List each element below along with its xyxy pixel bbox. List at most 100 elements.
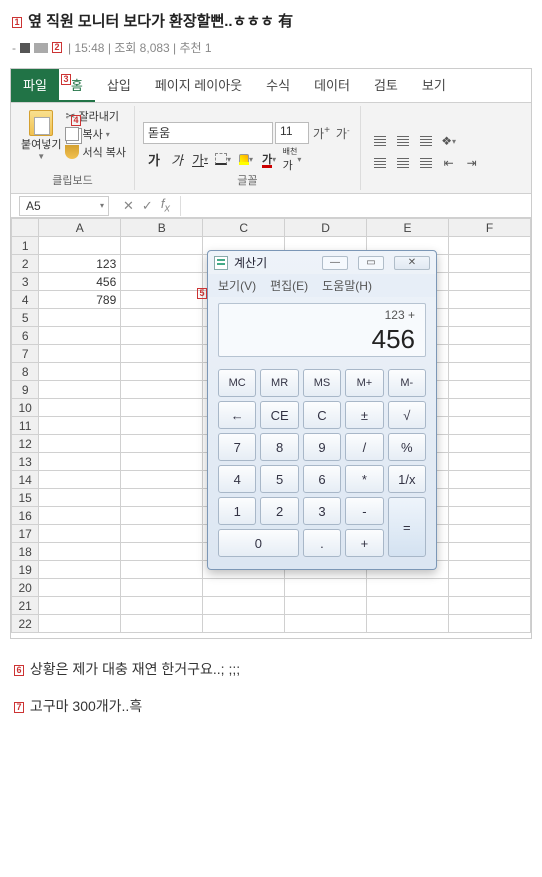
key-1[interactable]: 1 bbox=[218, 497, 256, 525]
row-header[interactable]: 2 bbox=[12, 255, 39, 273]
row-header[interactable]: 12 bbox=[12, 435, 39, 453]
italic-button[interactable]: 가 bbox=[166, 148, 188, 170]
row-header[interactable]: 20 bbox=[12, 579, 39, 597]
row-header[interactable]: 4 bbox=[12, 291, 39, 309]
tab-review[interactable]: 검토 bbox=[362, 69, 410, 102]
row-header[interactable]: 10 bbox=[12, 399, 39, 417]
font-shrink-button[interactable]: 가- bbox=[334, 123, 352, 144]
tab-view[interactable]: 보기 bbox=[410, 69, 458, 102]
format-painter-button[interactable]: 서식 복사 bbox=[65, 144, 126, 160]
align-top-button[interactable] bbox=[369, 130, 391, 152]
tab-data[interactable]: 데이터 bbox=[302, 69, 362, 102]
underline-button[interactable]: 가▾ bbox=[189, 148, 211, 170]
key-0[interactable]: 0 bbox=[218, 529, 299, 557]
col-header[interactable]: E bbox=[367, 219, 449, 237]
mminus-button[interactable]: M- bbox=[388, 369, 426, 397]
align-right-button[interactable] bbox=[415, 152, 437, 174]
col-header[interactable]: D bbox=[285, 219, 367, 237]
font-name-select[interactable]: 돋움 bbox=[143, 122, 273, 144]
row-header[interactable]: 21 bbox=[12, 597, 39, 615]
indent-dec-button[interactable]: ⇤ bbox=[438, 152, 460, 174]
paste-button[interactable]: 붙여넣기 ▼ bbox=[19, 108, 63, 163]
reciprocal-button[interactable]: 1/x bbox=[388, 465, 426, 493]
cell[interactable]: 456 bbox=[39, 273, 121, 291]
row-header[interactable]: 17 bbox=[12, 525, 39, 543]
c-button[interactable]: C bbox=[303, 401, 341, 429]
row-header[interactable]: 1 bbox=[12, 237, 39, 255]
col-header[interactable]: F bbox=[449, 219, 531, 237]
border-button[interactable]: ▾ bbox=[212, 148, 234, 170]
equals-button[interactable]: = bbox=[388, 497, 426, 557]
ms-button[interactable]: MS bbox=[303, 369, 341, 397]
row-header[interactable]: 19 bbox=[12, 561, 39, 579]
subtract-button[interactable]: - bbox=[345, 497, 383, 525]
maximize-button[interactable]: ▭ bbox=[358, 256, 384, 270]
row-header[interactable]: 16 bbox=[12, 507, 39, 525]
tab-file[interactable]: 파일 bbox=[11, 69, 59, 102]
cell[interactable]: 123 bbox=[39, 255, 121, 273]
mr-button[interactable]: MR bbox=[260, 369, 298, 397]
bold-button[interactable]: 가 bbox=[143, 148, 165, 170]
close-button[interactable]: ✕ bbox=[394, 256, 430, 270]
align-middle-button[interactable] bbox=[392, 130, 414, 152]
mc-button[interactable]: MC bbox=[218, 369, 256, 397]
row-header[interactable]: 7 bbox=[12, 345, 39, 363]
backspace-button[interactable]: ← bbox=[218, 401, 256, 429]
name-box[interactable]: A5▾ bbox=[19, 196, 109, 216]
calculator-title-bar[interactable]: 계산기 — ▭ ✕ bbox=[208, 251, 436, 274]
key-3[interactable]: 3 bbox=[303, 497, 341, 525]
align-center-button[interactable] bbox=[392, 152, 414, 174]
percent-button[interactable]: % bbox=[388, 433, 426, 461]
phonetic-button[interactable]: 배천가▾ bbox=[281, 148, 303, 170]
ce-button[interactable]: CE bbox=[260, 401, 298, 429]
mplus-button[interactable]: M+ bbox=[345, 369, 383, 397]
row-header[interactable]: 15 bbox=[12, 489, 39, 507]
col-header[interactable]: A bbox=[39, 219, 121, 237]
font-grow-button[interactable]: 가+ bbox=[311, 123, 332, 144]
font-size-select[interactable]: 11 bbox=[275, 122, 309, 144]
col-header[interactable]: B bbox=[121, 219, 203, 237]
key-6[interactable]: 6 bbox=[303, 465, 341, 493]
row-header[interactable]: 11 bbox=[12, 417, 39, 435]
fill-color-button[interactable]: ▾ bbox=[235, 148, 257, 170]
row-header[interactable]: 18 bbox=[12, 543, 39, 561]
row-header[interactable]: 5 bbox=[12, 309, 39, 327]
row-header[interactable]: 9 bbox=[12, 381, 39, 399]
cancel-icon[interactable]: ✕ bbox=[123, 198, 134, 214]
add-button[interactable]: + bbox=[345, 529, 383, 557]
row-header[interactable]: 13 bbox=[12, 453, 39, 471]
row-header[interactable]: 8 bbox=[12, 363, 39, 381]
row-header[interactable]: 14 bbox=[12, 471, 39, 489]
font-color-button[interactable]: 가▾ bbox=[258, 148, 280, 170]
row-header[interactable]: 22 bbox=[12, 615, 39, 633]
fx-icon[interactable]: fx bbox=[161, 196, 170, 215]
menu-view[interactable]: 보기(V) bbox=[218, 277, 256, 294]
row-header[interactable]: 6 bbox=[12, 327, 39, 345]
tab-layout[interactable]: 페이지 레이아웃 bbox=[143, 69, 254, 102]
menu-help[interactable]: 도움말(H) bbox=[322, 277, 372, 294]
calculator-window[interactable]: 계산기 — ▭ ✕ 보기(V) 편집(E) 도움말(H) 123 + 456 M… bbox=[207, 250, 437, 570]
plusminus-button[interactable]: ± bbox=[345, 401, 383, 429]
key-2[interactable]: 2 bbox=[260, 497, 298, 525]
col-header[interactable]: C bbox=[203, 219, 285, 237]
divide-button[interactable]: / bbox=[345, 433, 383, 461]
formula-bar[interactable] bbox=[180, 196, 531, 216]
row-header[interactable]: 3 bbox=[12, 273, 39, 291]
tab-formula[interactable]: 수식 bbox=[254, 69, 302, 102]
key-5[interactable]: 5 bbox=[260, 465, 298, 493]
minimize-button[interactable]: — bbox=[322, 256, 348, 270]
copy-button[interactable]: 복사▾ bbox=[65, 126, 126, 142]
sqrt-button[interactable]: √ bbox=[388, 401, 426, 429]
align-bottom-button[interactable] bbox=[415, 130, 437, 152]
indent-inc-button[interactable]: ⇥ bbox=[461, 152, 483, 174]
multiply-button[interactable]: * bbox=[345, 465, 383, 493]
confirm-icon[interactable]: ✓ bbox=[142, 198, 153, 214]
key-8[interactable]: 8 bbox=[260, 433, 298, 461]
align-left-button[interactable] bbox=[369, 152, 391, 174]
key-4[interactable]: 4 bbox=[218, 465, 256, 493]
menu-edit[interactable]: 편집(E) bbox=[270, 277, 308, 294]
decimal-button[interactable]: . bbox=[303, 529, 341, 557]
tab-insert[interactable]: 삽입 bbox=[95, 69, 143, 102]
cell[interactable]: 789 bbox=[39, 291, 121, 309]
key-7[interactable]: 7 bbox=[218, 433, 256, 461]
